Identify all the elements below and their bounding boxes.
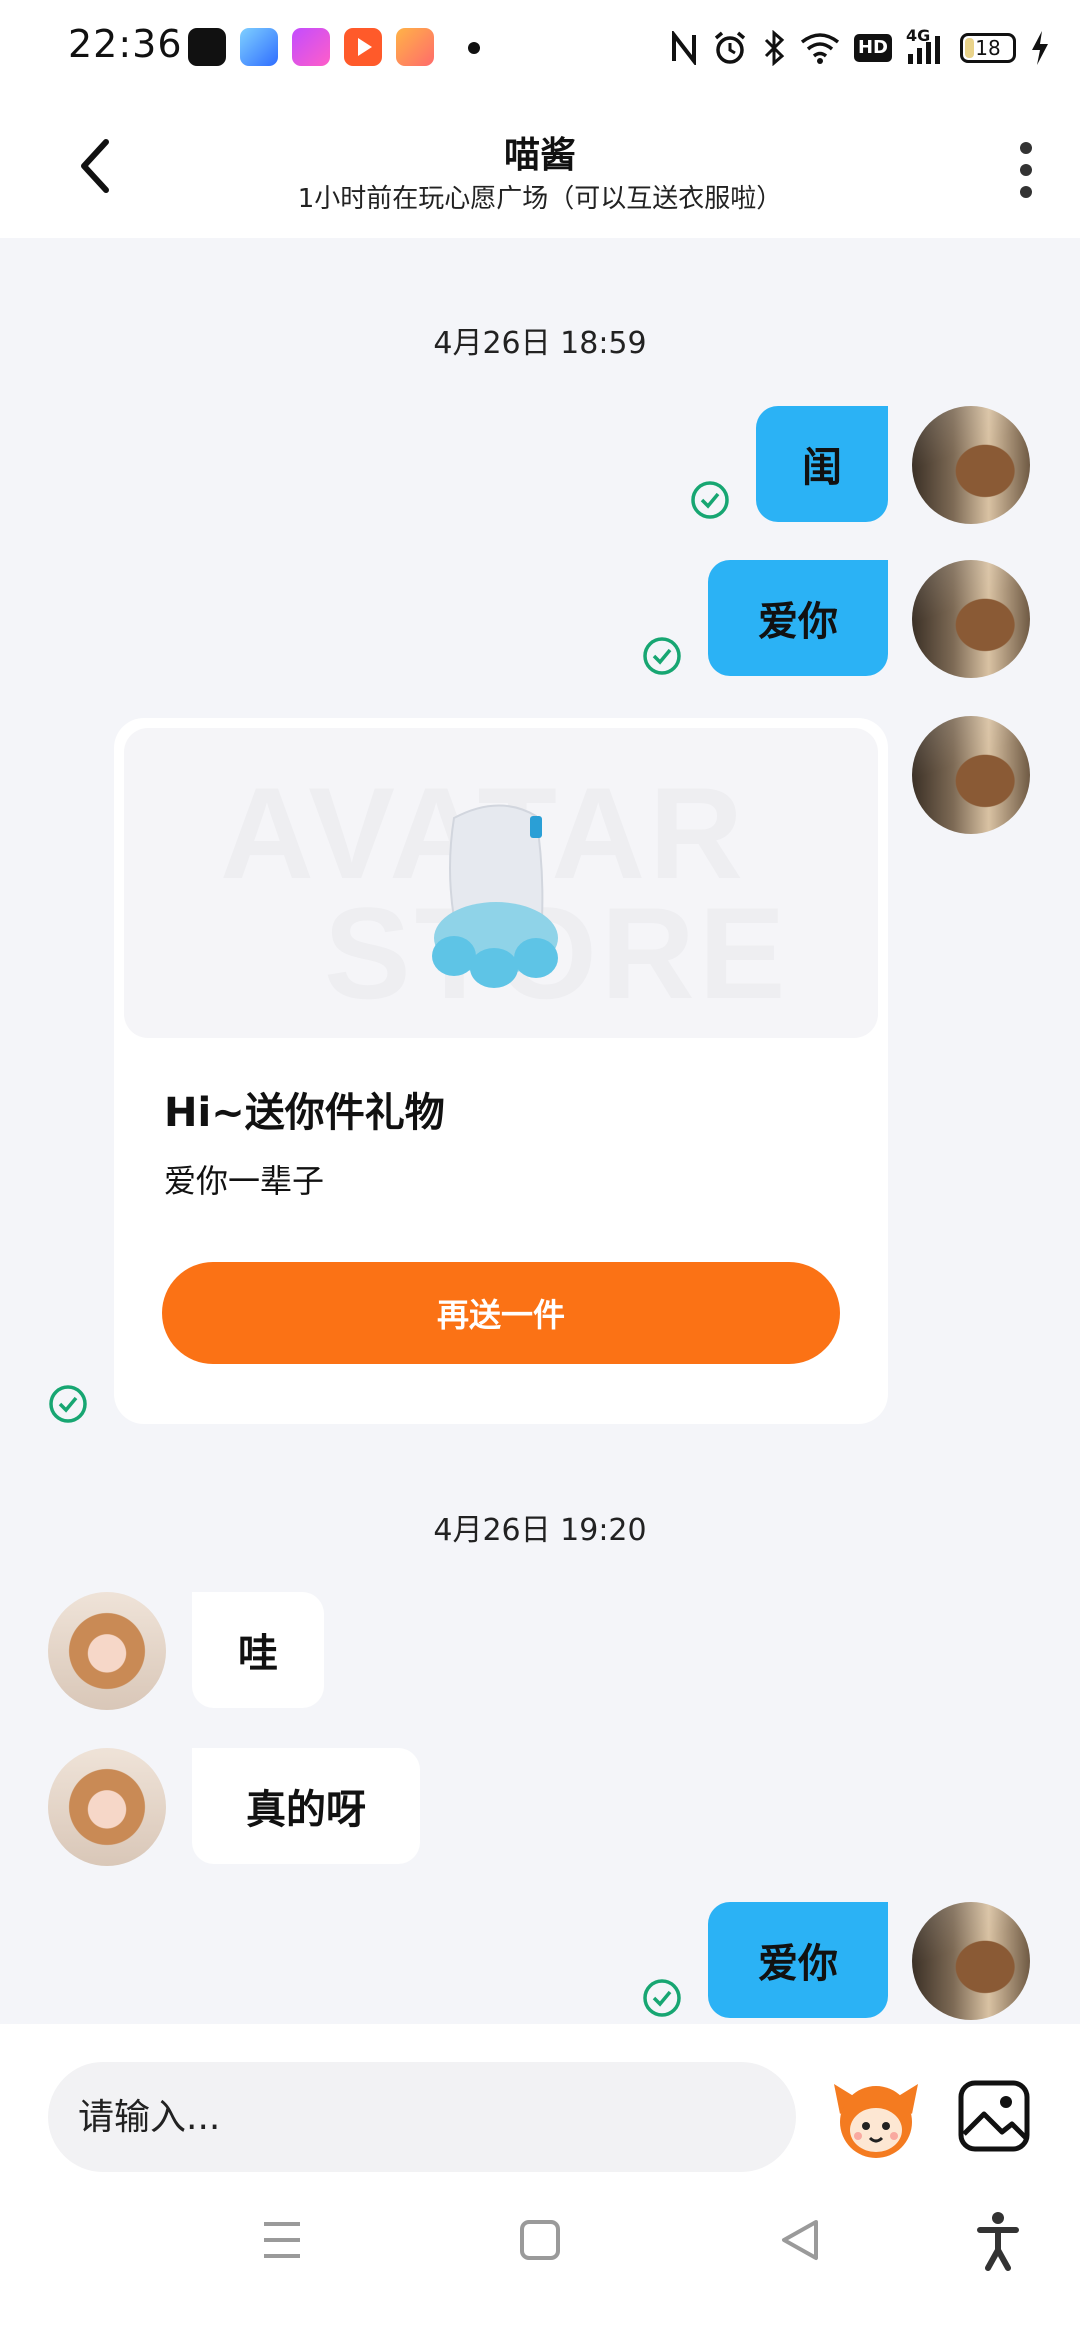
my-avatar[interactable] [912, 1902, 1030, 2020]
nav-menu-button[interactable] [242, 2200, 322, 2280]
accessibility-button[interactable] [958, 2200, 1038, 2280]
more-options-button[interactable] [1020, 142, 1034, 198]
outgoing-message[interactable]: 爱你 [708, 1902, 888, 2018]
gift-card[interactable]: AVATAR STORE Hi~送你件礼物 爱你一辈子 再送一件 [114, 718, 888, 1424]
gift-image: AVATAR STORE [124, 728, 878, 1038]
contact-name: 喵酱 [503, 135, 576, 176]
time-divider: 4月26日 19:20 [433, 1513, 647, 1548]
send-another-gift-button[interactable]: 再送一件 [162, 1262, 840, 1364]
system-nav-bar [0, 2200, 1080, 2340]
gift-title: Hi~送你件礼物 [164, 1090, 445, 1136]
alarm-icon [714, 31, 746, 64]
paw-slipper-icon [432, 804, 558, 988]
my-avatar[interactable] [912, 406, 1030, 524]
mascot-emoji-icon [834, 2084, 918, 2158]
chat-header: 喵酱 1小时前在玩心愿广场（可以互送衣服啦） [0, 96, 1080, 238]
video-app-icon [344, 28, 382, 66]
dewu-app-icon [188, 28, 226, 66]
contact-avatar[interactable] [48, 1592, 166, 1710]
accessibility-icon [977, 2212, 1019, 2271]
read-check-icon [691, 481, 729, 519]
outgoing-message[interactable]: 闺 [756, 406, 888, 522]
game-app-icon [396, 28, 434, 66]
gift-description: 爱你一辈子 [164, 1162, 325, 1200]
message-input[interactable] [48, 2062, 796, 2172]
wifi-icon [800, 33, 840, 64]
battery-icon: 18 [960, 33, 1016, 63]
contact-status: 1小时前在玩心愿广场（可以互送衣服啦） [297, 184, 783, 214]
read-check-icon [643, 637, 681, 675]
my-avatar[interactable] [912, 716, 1030, 834]
nfc-icon [671, 31, 696, 65]
signal-icon: 4G [906, 26, 946, 66]
time-divider: 4月26日 18:59 [433, 326, 647, 361]
contact-avatar[interactable] [48, 1748, 166, 1866]
charging-icon [1032, 31, 1048, 65]
notification-dot [468, 42, 480, 54]
my-avatar[interactable] [912, 560, 1030, 678]
emoji-button[interactable] [830, 2074, 922, 2162]
home-square-icon [520, 2220, 560, 2260]
purple-app-icon [292, 28, 330, 66]
nav-home-button[interactable] [500, 2200, 580, 2280]
status-bar: 22:36 HD 4G 18 [0, 0, 1080, 96]
outgoing-message[interactable]: 爱你 [708, 560, 888, 676]
menu-icon [264, 2222, 300, 2258]
status-icons: HD 4G 18 [670, 24, 1050, 72]
read-check-icon [643, 1979, 681, 2017]
hd-icon: HD [853, 34, 892, 62]
incoming-message[interactable]: 真的呀 [192, 1748, 420, 1864]
nav-back-button[interactable] [760, 2200, 840, 2280]
read-check-icon [49, 1385, 87, 1423]
bluetooth-icon [764, 30, 785, 66]
blue-app-icon [240, 28, 278, 66]
back-triangle-icon [782, 2220, 818, 2260]
incoming-message[interactable]: 哇 [192, 1592, 324, 1708]
image-icon [958, 2080, 1030, 2152]
status-time: 22:36 [68, 22, 183, 66]
image-button[interactable] [956, 2078, 1032, 2154]
